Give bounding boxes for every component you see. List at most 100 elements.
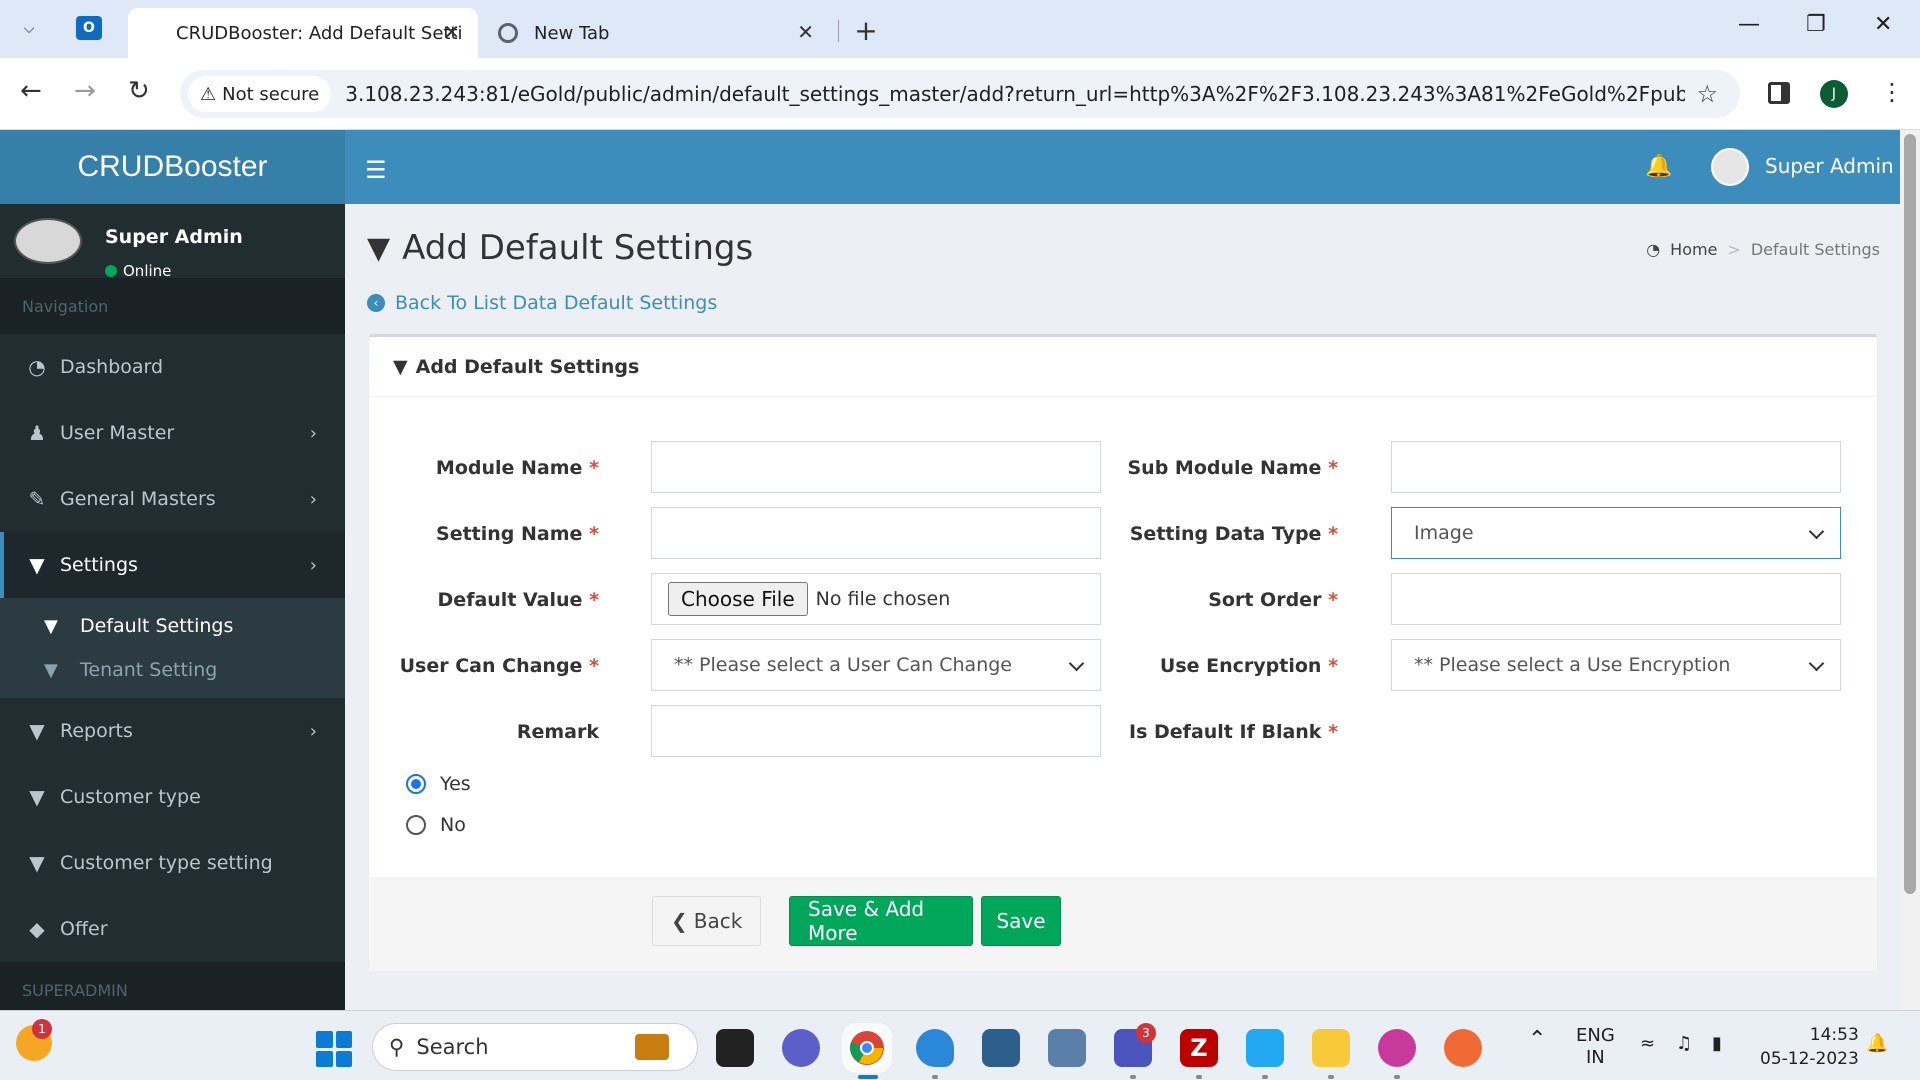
form-box-title: Add Default Settings bbox=[415, 355, 640, 378]
sidebar-subitem-tenant-setting[interactable]: ▼ Tenant Setting bbox=[0, 648, 345, 692]
remark-input[interactable] bbox=[651, 705, 1101, 757]
new-tab-button[interactable]: + bbox=[848, 12, 884, 48]
url-text[interactable]: 3.108.23.243:81/eGold/public/admin/defau… bbox=[345, 82, 1685, 106]
start-windows-icon[interactable] bbox=[316, 1031, 352, 1067]
app-logo[interactable]: CRUDBooster bbox=[0, 130, 345, 204]
wps-office-icon[interactable] bbox=[1378, 1029, 1416, 1067]
chrome-icon bbox=[498, 23, 518, 43]
sidebar-item-customer-type[interactable]: ▼ Customer type bbox=[0, 764, 345, 830]
forward-arrow-icon[interactable]: → bbox=[74, 76, 96, 106]
drawing-app-icon[interactable] bbox=[1444, 1029, 1482, 1067]
profile-avatar[interactable]: J bbox=[1820, 80, 1848, 108]
network-app-icon[interactable] bbox=[1048, 1029, 1086, 1067]
running-indicator bbox=[1328, 1075, 1334, 1079]
language-indicator[interactable]: ENG IN bbox=[1576, 1025, 1615, 1069]
sidebar-item-user-master[interactable]: ♟ User Master › bbox=[0, 400, 345, 466]
tab-crudbooster[interactable]: CRUDBooster: Add Default Setti ✕ bbox=[128, 8, 478, 58]
sidebar-item-customer-type-setting[interactable]: ▼ Customer type setting bbox=[0, 830, 345, 896]
wifi-icon[interactable]: ≈ bbox=[1640, 1033, 1655, 1055]
save-add-more-button[interactable]: Save & Add More bbox=[789, 896, 973, 946]
bookmark-star-icon[interactable]: ☆ bbox=[1696, 80, 1718, 108]
back-arrow-icon[interactable]: ← bbox=[20, 76, 42, 106]
close-tab-icon[interactable]: ✕ bbox=[797, 20, 814, 44]
filter-icon: ▼ bbox=[393, 355, 408, 378]
breadcrumb: ◔ Home > Default Settings bbox=[1646, 240, 1880, 259]
outlook-icon[interactable]: O bbox=[76, 16, 102, 40]
sidebar-subitem-default-settings[interactable]: ▼ Default Settings bbox=[0, 604, 345, 648]
radio-button-checked[interactable] bbox=[406, 774, 426, 794]
user-can-change-label: User Can Change * bbox=[369, 655, 599, 677]
chat-icon[interactable] bbox=[782, 1029, 820, 1067]
module-name-input[interactable] bbox=[651, 441, 1101, 493]
restore-icon[interactable]: ❐ bbox=[1806, 12, 1826, 37]
back-button[interactable]: ❮ Back bbox=[652, 896, 762, 946]
notification-icon[interactable]: 🔔 bbox=[1866, 1033, 1888, 1055]
main-content: ▼ Add Default Settings ◔ Home > Default … bbox=[345, 204, 1900, 1010]
radio-no[interactable]: No bbox=[406, 814, 466, 836]
required-mark: * bbox=[1328, 457, 1338, 479]
vscode-icon[interactable] bbox=[1246, 1029, 1284, 1067]
address-bar[interactable]: ⚠ Not secure 3.108.23.243:81/eGold/publi… bbox=[180, 70, 1740, 118]
back-to-list-link[interactable]: ‹ Back To List Data Default Settings bbox=[367, 292, 717, 314]
form-footer: ❮ Back Save & Add More Save bbox=[369, 877, 1877, 971]
sidebar-item-dashboard[interactable]: ◔ Dashboard bbox=[0, 334, 345, 400]
reload-icon[interactable]: ↻ bbox=[128, 76, 150, 106]
radio-yes[interactable]: Yes bbox=[406, 773, 471, 795]
security-indicator[interactable]: ⚠ Not secure bbox=[188, 76, 332, 112]
sidebar-item-general-masters[interactable]: ✎ General Masters › bbox=[0, 466, 345, 532]
setting-data-type-select[interactable]: Image bbox=[1391, 507, 1841, 559]
close-tab-icon[interactable]: ✕ bbox=[443, 20, 460, 44]
page-scrollbar[interactable] bbox=[1900, 130, 1920, 1010]
sidebar-item-reports[interactable]: ▼ Reports › bbox=[0, 698, 345, 764]
file-explorer-icon[interactable] bbox=[1312, 1029, 1350, 1067]
setting-name-input[interactable] bbox=[651, 507, 1101, 559]
notification-bell-icon[interactable]: 🔔 bbox=[1645, 154, 1672, 179]
sort-order-input[interactable] bbox=[1391, 573, 1841, 625]
chrome-taskbar-icon[interactable] bbox=[848, 1029, 886, 1067]
sidebar-header-navigation: Navigation bbox=[0, 278, 345, 334]
use-encryption-label: Use Encryption * bbox=[1108, 655, 1338, 677]
filezilla-icon[interactable]: Z bbox=[1180, 1029, 1218, 1067]
sidebar-item-settings[interactable]: ▼ Settings › bbox=[0, 532, 345, 598]
scrollbar-thumb[interactable] bbox=[1904, 134, 1916, 894]
browser-menu-icon[interactable]: ⋮ bbox=[1880, 78, 1904, 106]
window-close-icon[interactable]: ✕ bbox=[1874, 12, 1892, 37]
user-can-change-select[interactable]: ** Please select a User Can Change bbox=[651, 639, 1101, 691]
top-user-name[interactable]: Super Admin bbox=[1765, 154, 1894, 178]
taskbar-search[interactable]: ⚲ Search bbox=[372, 1023, 698, 1071]
sort-order-label: Sort Order * bbox=[1108, 589, 1338, 611]
breadcrumb-home[interactable]: Home bbox=[1670, 240, 1717, 259]
settings-submenu: ▼ Default Settings ▼ Tenant Setting bbox=[0, 598, 345, 698]
user-avatar[interactable] bbox=[1711, 148, 1749, 186]
task-view-icon[interactable] bbox=[716, 1029, 754, 1067]
module-name-label: Module Name * bbox=[369, 457, 599, 479]
label-text: Module Name bbox=[435, 457, 583, 479]
sidebar-item-offer[interactable]: ◆ Offer bbox=[0, 896, 345, 962]
speaker-muted-icon[interactable]: ♫ bbox=[1676, 1033, 1692, 1055]
search-icon: ⚲ bbox=[389, 1035, 405, 1059]
tab-search-button[interactable]: ⌵ bbox=[10, 14, 48, 44]
radio-button[interactable] bbox=[406, 815, 426, 835]
save-button[interactable]: Save bbox=[981, 896, 1061, 946]
minimize-icon[interactable]: — bbox=[1738, 12, 1760, 37]
sidebar-item-label: Dashboard bbox=[60, 356, 164, 378]
chevron-up-icon[interactable]: ⌃ bbox=[1528, 1029, 1546, 1051]
sidebar-user-panel: Super Admin Online bbox=[0, 204, 345, 280]
choose-file-button[interactable]: Choose File bbox=[668, 582, 808, 616]
tab-new-tab[interactable]: New Tab ✕ bbox=[492, 8, 832, 58]
use-encryption-select[interactable]: ** Please select a Use Encryption bbox=[1391, 639, 1841, 691]
required-mark: * bbox=[589, 589, 599, 611]
region-code: IN bbox=[1586, 1047, 1605, 1068]
dolphin-app-icon[interactable] bbox=[916, 1029, 954, 1067]
chrome-logo-icon bbox=[849, 1031, 884, 1065]
label-text: User Can Change bbox=[399, 655, 583, 677]
sub-module-name-input[interactable] bbox=[1391, 441, 1841, 493]
sidebar-toggle-icon[interactable]: ☰ bbox=[365, 156, 387, 184]
side-panel-icon[interactable] bbox=[1768, 82, 1790, 104]
battery-icon[interactable]: ▮ bbox=[1712, 1033, 1722, 1055]
pencil-icon: ✎ bbox=[28, 487, 46, 511]
online-dot-icon bbox=[105, 265, 117, 277]
taskbar-clock[interactable]: 14:53 05-12-2023 bbox=[1760, 1023, 1859, 1071]
workbench-app-icon[interactable] bbox=[982, 1029, 1020, 1067]
running-indicator bbox=[1130, 1075, 1136, 1079]
